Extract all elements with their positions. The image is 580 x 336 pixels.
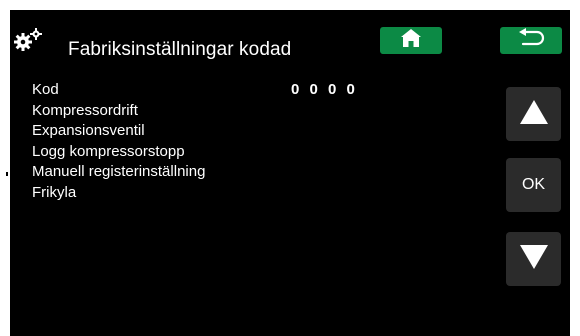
gear-icon (12, 28, 44, 52)
edge-mark (6, 172, 8, 176)
menu-item-expansionsventil[interactable]: Expansionsventil (32, 121, 205, 142)
menu-item-manuell-registerinstallning[interactable]: Manuell registerinställning (32, 162, 205, 183)
triangle-up-icon (519, 99, 549, 130)
home-button[interactable] (380, 27, 442, 54)
menu-item-kompressordrift[interactable]: Kompressordrift (32, 101, 205, 122)
up-button[interactable] (506, 87, 561, 141)
display-screen: Fabriksinställningar kodad Kod Kompresso… (10, 10, 570, 336)
back-button[interactable] (500, 27, 562, 54)
triangle-down-icon (519, 244, 549, 275)
back-arrow-icon (515, 28, 547, 53)
ok-label: OK (521, 176, 546, 193)
down-button[interactable] (506, 232, 561, 286)
menu-item-logg-kompressorstopp[interactable]: Logg kompressorstopp (32, 142, 205, 163)
menu-item-kod[interactable]: Kod (32, 80, 205, 101)
ok-button[interactable]: OK (506, 158, 561, 212)
code-value[interactable]: 0 0 0 0 (291, 81, 358, 98)
home-icon (400, 28, 422, 53)
page-title: Fabriksinställningar kodad (68, 39, 292, 60)
settings-menu: Kod Kompressordrift Expansionsventil Log… (32, 80, 205, 203)
menu-item-frikyla[interactable]: Frikyla (32, 183, 205, 204)
